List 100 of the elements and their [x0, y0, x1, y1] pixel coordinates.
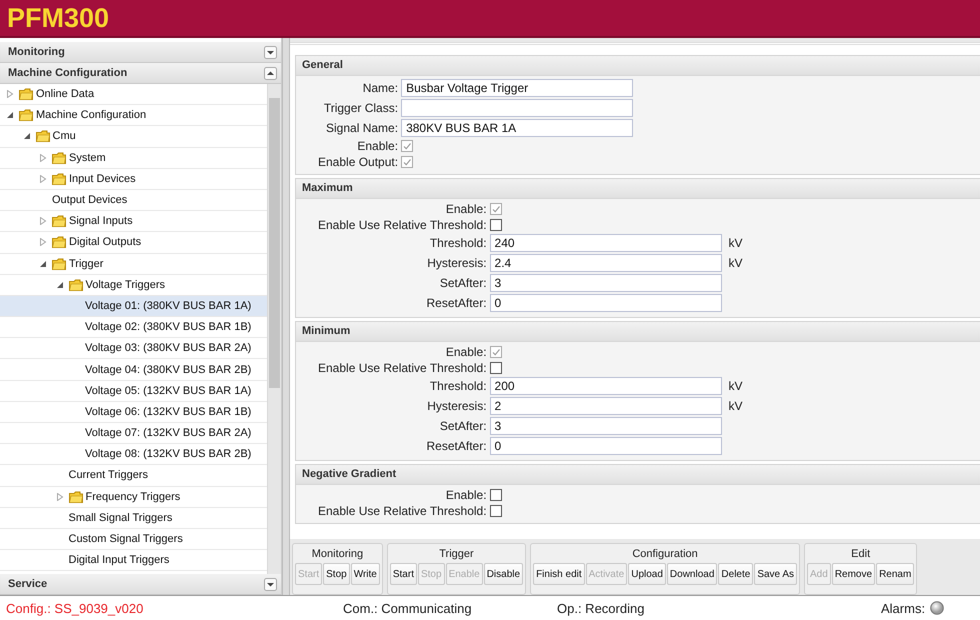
folder-icon — [52, 258, 66, 270]
tree-item[interactable]: Voltage 02: (380KV BUS BAR 1B) — [0, 317, 267, 338]
input-field[interactable] — [401, 99, 634, 117]
input-field[interactable]: 3 — [490, 274, 722, 292]
field-label: Enable: — [357, 139, 398, 153]
tree-item[interactable]: Voltage 03: (380KV BUS BAR 2A) — [0, 338, 267, 360]
field-label: Enable: — [446, 488, 487, 502]
input-field[interactable]: 0 — [490, 437, 722, 455]
accordion-title: Service — [8, 578, 48, 590]
section-header: Maximum — [296, 179, 980, 199]
field-label: ResetAfter: — [426, 439, 487, 453]
tree-item[interactable]: Voltage 07: (132KV BUS BAR 2A) — [0, 423, 267, 444]
field-label: SetAfter: — [440, 276, 487, 290]
folder-icon — [36, 130, 50, 142]
tree-item[interactable]: Digital Input Triggers — [0, 550, 267, 572]
tree-item[interactable]: Voltage 04: (380KV BUS BAR 2B) — [0, 359, 267, 381]
tree-item[interactable]: Signal Inputs — [0, 211, 267, 232]
field-label: ResetAfter: — [426, 296, 487, 310]
group-title: Monitoring — [312, 547, 364, 562]
expand-icon — [264, 46, 277, 58]
accordion-title: Monitoring — [8, 46, 65, 58]
operation-status: Op.: Recording — [557, 600, 644, 616]
unit-label: kV — [728, 236, 743, 250]
toolbar-button[interactable]: Delete — [718, 563, 754, 585]
checkbox[interactable] — [490, 346, 502, 358]
input-field[interactable]: 0 — [490, 294, 722, 312]
field-label: Hysteresis: — [427, 399, 487, 413]
checkbox[interactable] — [490, 505, 502, 517]
folder-icon — [68, 278, 82, 291]
toolbar-button[interactable]: Write — [350, 563, 380, 585]
tree-item[interactable]: Small Signal Triggers — [0, 508, 267, 529]
toolbar-button[interactable]: Save As — [754, 563, 798, 585]
accordion-header[interactable]: Service — [0, 574, 281, 595]
group-title: Trigger — [439, 547, 474, 562]
checkbox[interactable] — [490, 489, 502, 501]
checkbox[interactable] — [401, 156, 414, 168]
toolbar-button[interactable]: Finish edit — [533, 563, 585, 585]
checkbox[interactable] — [401, 140, 414, 152]
checkbox[interactable] — [490, 362, 502, 374]
scrollbar[interactable] — [267, 84, 281, 574]
field-label: SetAfter: — [440, 419, 487, 433]
input-field[interactable]: Busbar Voltage Trigger — [401, 79, 634, 97]
folder-icon — [19, 88, 33, 100]
tree-item[interactable]: Voltage 01: (380KV BUS BAR 1A) — [0, 296, 267, 318]
tree-item[interactable]: Cmu — [0, 126, 267, 148]
tree-item[interactable]: Custom Signal Triggers — [0, 528, 267, 550]
unit-label: kV — [728, 256, 743, 270]
tree-item[interactable]: Trigger — [0, 254, 267, 275]
group-title: Edit — [851, 547, 870, 562]
field-label: Enable: — [446, 345, 487, 359]
input-field[interactable]: 2.4 — [490, 254, 722, 272]
checkbox[interactable] — [490, 219, 502, 231]
communication-status: Com.: Communicating — [343, 600, 472, 616]
tree-item[interactable]: Online Data — [0, 84, 267, 106]
tree-item[interactable]: Voltage 06: (132KV BUS BAR 1B) — [0, 402, 267, 423]
section-header: Negative Gradient — [296, 465, 980, 485]
input-field[interactable]: 3 — [490, 417, 722, 435]
tree-item[interactable]: Current Triggers — [0, 465, 267, 487]
field-label: Threshold: — [430, 379, 487, 393]
collapse-icon — [264, 66, 277, 80]
tree-item[interactable]: Voltage 08: (132KV BUS BAR 2B) — [0, 444, 267, 466]
tree-item[interactable]: Frequency Triggers — [0, 486, 267, 508]
tree-item[interactable]: Machine Configuration — [0, 105, 267, 126]
group-title: Configuration — [632, 547, 698, 562]
field-label: Name: — [362, 81, 398, 95]
tree-item[interactable]: Output Devices — [0, 190, 267, 212]
field-label: Enable Use Relative Threshold: — [318, 218, 487, 232]
folder-icon — [52, 236, 66, 248]
input-field[interactable]: 2 — [490, 397, 722, 415]
input-field[interactable]: 380KV BUS BAR 1A — [401, 119, 634, 137]
folder-icon — [52, 215, 66, 228]
app-title: PFM300 — [7, 2, 110, 34]
folder-icon — [19, 109, 33, 122]
tree-item[interactable]: Input Devices — [0, 168, 267, 190]
checkbox[interactable] — [490, 203, 502, 215]
alarms-label: Alarms: — [881, 600, 926, 616]
accordion-header[interactable]: Monitoring — [0, 42, 281, 63]
splitter-bar[interactable] — [282, 38, 290, 595]
field-label: Enable Output: — [318, 155, 398, 169]
tree-item[interactable]: Voltage 05: (132KV BUS BAR 1A) — [0, 380, 267, 402]
alarm-lamp-icon — [930, 601, 944, 615]
input-field[interactable]: 200 — [490, 377, 722, 395]
toolbar-button[interactable]: Renam — [876, 563, 914, 585]
unit-label: kV — [728, 379, 743, 393]
toolbar-button[interactable]: Download — [666, 563, 718, 585]
unit-label: kV — [728, 399, 743, 413]
field-label: Enable: — [446, 202, 487, 216]
toolbar-button[interactable]: Upload — [628, 563, 666, 585]
accordion-header[interactable]: Machine Configuration — [0, 63, 281, 84]
section-header: General — [296, 56, 980, 76]
tree-item[interactable]: Digital Outputs — [0, 232, 267, 254]
input-field[interactable]: 240 — [490, 234, 722, 252]
toolbar-button[interactable]: Remove — [832, 563, 876, 585]
field-label: Trigger Class: — [324, 101, 398, 115]
toolbar-button[interactable]: Start — [390, 563, 417, 585]
toolbar-button[interactable]: Stop — [323, 563, 350, 585]
tree-item[interactable]: System — [0, 148, 267, 169]
section-header: Minimum — [296, 322, 980, 342]
field-label: Enable Use Relative Threshold: — [318, 361, 487, 375]
toolbar-button[interactable]: Disable — [484, 563, 524, 585]
